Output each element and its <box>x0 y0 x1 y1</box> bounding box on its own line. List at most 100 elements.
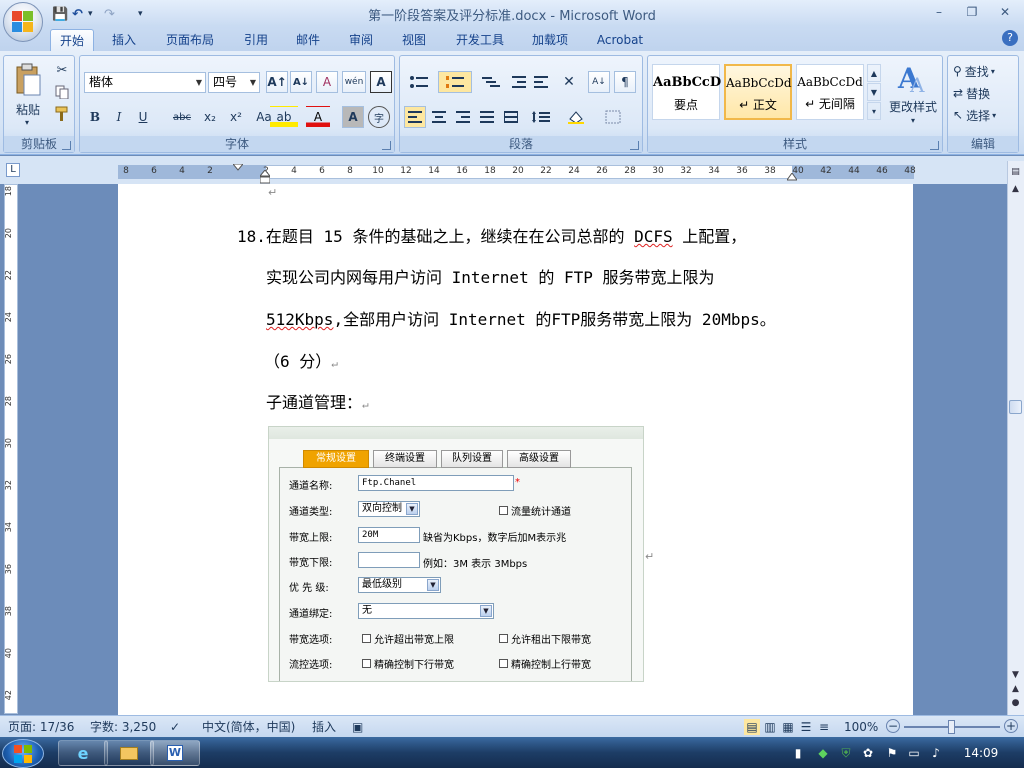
tray-network-icon[interactable]: ◆ <box>815 745 831 761</box>
change-styles-button[interactable]: 更改样式 <box>884 98 942 114</box>
zoom-in-button[interactable]: + <box>1004 719 1018 733</box>
tray-flag-icon[interactable]: ⚑ <box>884 745 900 761</box>
numbering-icon[interactable] <box>438 71 472 93</box>
styles-scroll-down-icon[interactable]: ▼ <box>867 83 881 101</box>
web-layout-icon[interactable]: ▦ <box>780 719 796 735</box>
taskbar-ie[interactable]: e <box>58 740 108 766</box>
zoom-level[interactable]: 100% <box>844 719 878 735</box>
format-painter-icon[interactable] <box>52 104 72 124</box>
align-right-icon[interactable] <box>452 106 474 128</box>
vertical-scrollbar[interactable] <box>1007 161 1024 715</box>
underline-button[interactable]: U <box>132 106 154 128</box>
tab-acrobat[interactable]: Acrobat <box>590 29 650 51</box>
start-button[interactable] <box>2 739 44 768</box>
line-spacing-icon[interactable] <box>524 106 558 128</box>
question-line-2[interactable]: 实现公司内网每用户访问 Internet 的 FTP 服务带宽上限为 <box>266 264 715 288</box>
distributed-icon[interactable] <box>500 106 522 128</box>
borders-icon[interactable] <box>596 106 630 128</box>
tab-review[interactable]: 审阅 <box>341 29 381 51</box>
channel-type-select[interactable]: 双向控制 ▼ <box>358 501 420 517</box>
phonetic-guide-button[interactable]: wén <box>342 71 366 93</box>
styles-scroll-up-icon[interactable]: ▲ <box>867 64 881 82</box>
decrease-indent-icon[interactable] <box>508 71 530 93</box>
zoom-out-button[interactable]: − <box>886 719 900 733</box>
show-marks-icon[interactable]: ¶ <box>614 71 636 93</box>
precise-downstream-checkbox[interactable]: 精确控制下行带宽 <box>362 656 454 671</box>
restore-button[interactable]: ❐ <box>959 3 985 21</box>
tab-references[interactable]: 引用 <box>236 29 276 51</box>
font-size-combo[interactable]: 四号 ▼ <box>208 72 260 93</box>
tab-terminal-settings[interactable]: 终端设置 <box>373 450 437 468</box>
style-item-normal[interactable]: AaBbCcDd ↵ 正文 <box>724 64 792 120</box>
close-button[interactable]: ✕ <box>992 3 1018 21</box>
scroll-thumb[interactable] <box>1009 400 1022 414</box>
paragraph-launcher-icon[interactable] <box>630 141 639 150</box>
tab-mailings[interactable]: 邮件 <box>288 29 328 51</box>
style-item-keypoint[interactable]: AaBbCcD 要点 <box>652 64 721 120</box>
grow-font-button[interactable]: A↑ <box>266 71 288 93</box>
priority-select[interactable]: 最低级别 ▼ <box>358 577 441 593</box>
tab-insert[interactable]: 插入 <box>104 29 144 51</box>
macro-record-icon[interactable]: ▣ <box>352 719 368 735</box>
office-button[interactable] <box>3 2 43 42</box>
draft-icon[interactable]: ≡ <box>816 719 832 735</box>
align-left-icon[interactable] <box>404 106 426 128</box>
browse-object-icon[interactable]: ● <box>1008 696 1023 711</box>
zoom-slider-thumb[interactable] <box>948 720 955 734</box>
precise-upstream-checkbox[interactable]: 精确控制上行带宽 <box>499 656 591 671</box>
clock[interactable]: 14:09 <box>956 746 1006 760</box>
print-layout-icon[interactable]: ▤ <box>744 719 760 735</box>
channel-name-input[interactable]: Ftp.Chanel <box>358 475 514 491</box>
vertical-ruler[interactable] <box>4 184 18 714</box>
tab-advanced-settings[interactable]: 高级设置 <box>507 450 571 468</box>
strikethrough-button[interactable]: abc <box>168 106 196 128</box>
justify-icon[interactable] <box>476 106 498 128</box>
style-item-no-spacing[interactable]: AaBbCcDd ↵ 无间隔 <box>796 64 864 120</box>
change-styles-icon[interactable]: AA <box>888 60 938 96</box>
cut-icon[interactable]: ✂ <box>52 60 72 80</box>
scroll-down-icon[interactable]: ▼ <box>1008 668 1023 683</box>
tray-film-icon[interactable]: ▮ <box>790 745 806 761</box>
channel-binding-select[interactable]: 无 ▼ <box>358 603 494 619</box>
embedded-screenshot[interactable]: 常规设置 终端设置 队列设置 高级设置 通道名称: Ftp.Chanel * 通… <box>268 426 644 682</box>
traffic-stats-checkbox[interactable]: 流量统计通道 <box>499 503 571 518</box>
right-indent-marker-icon[interactable] <box>786 170 798 181</box>
question-line-5[interactable]: 子通道管理：↵ <box>266 389 369 413</box>
align-center-icon[interactable] <box>428 106 450 128</box>
bold-button[interactable]: B <box>84 106 106 128</box>
proofing-icon[interactable]: ✓ <box>170 719 186 735</box>
clipboard-launcher-icon[interactable] <box>62 141 71 150</box>
shrink-font-button[interactable]: A↓ <box>290 71 312 93</box>
font-launcher-icon[interactable] <box>382 141 391 150</box>
taskbar-word[interactable]: W <box>150 740 200 766</box>
scroll-up-icon[interactable]: ▲ <box>1008 182 1023 197</box>
language-indicator[interactable]: 中文(简体，中国) <box>202 719 295 735</box>
clear-format-button[interactable]: A <box>316 71 338 93</box>
tab-developer[interactable]: 开发工具 <box>448 29 512 51</box>
shading-icon[interactable] <box>560 106 594 128</box>
previous-page-icon[interactable]: ▲ <box>1008 682 1023 697</box>
bandwidth-lower-input[interactable] <box>358 552 420 568</box>
word-count[interactable]: 字数: 3,250 <box>90 719 156 735</box>
bullets-icon[interactable] <box>402 71 436 93</box>
increase-indent-icon[interactable] <box>530 71 552 93</box>
page-count[interactable]: 页面: 17/36 <box>8 719 74 735</box>
chinese-layout-icon[interactable]: ✕ <box>552 71 586 93</box>
copy-icon[interactable] <box>52 82 72 102</box>
tab-addins[interactable]: 加载项 <box>524 29 576 51</box>
question-line-1[interactable]: 18.在题目 15 条件的基础之上，继续在在公司总部的 DCFS 上配置， <box>237 223 746 247</box>
tab-home[interactable]: 开始 <box>50 29 94 51</box>
allow-exceed-upper-checkbox[interactable]: 允许超出带宽上限 <box>362 631 454 646</box>
question-line-4[interactable]: （6 分）↵ <box>264 348 338 372</box>
italic-button[interactable]: I <box>108 106 130 128</box>
tab-general-settings[interactable]: 常规设置 <box>303 450 369 468</box>
outline-icon[interactable]: ☰ <box>798 719 814 735</box>
styles-launcher-icon[interactable] <box>930 141 939 150</box>
font-color-button[interactable]: A <box>306 106 330 128</box>
subscript-button[interactable]: x₂ <box>198 106 222 128</box>
char-shading-button[interactable]: A <box>342 106 364 128</box>
tray-volume-icon[interactable]: ♪ <box>928 745 944 761</box>
superscript-button[interactable]: x² <box>224 106 248 128</box>
change-styles-dropdown-icon[interactable]: ▾ <box>906 114 920 126</box>
minimize-button[interactable]: – <box>926 3 952 21</box>
